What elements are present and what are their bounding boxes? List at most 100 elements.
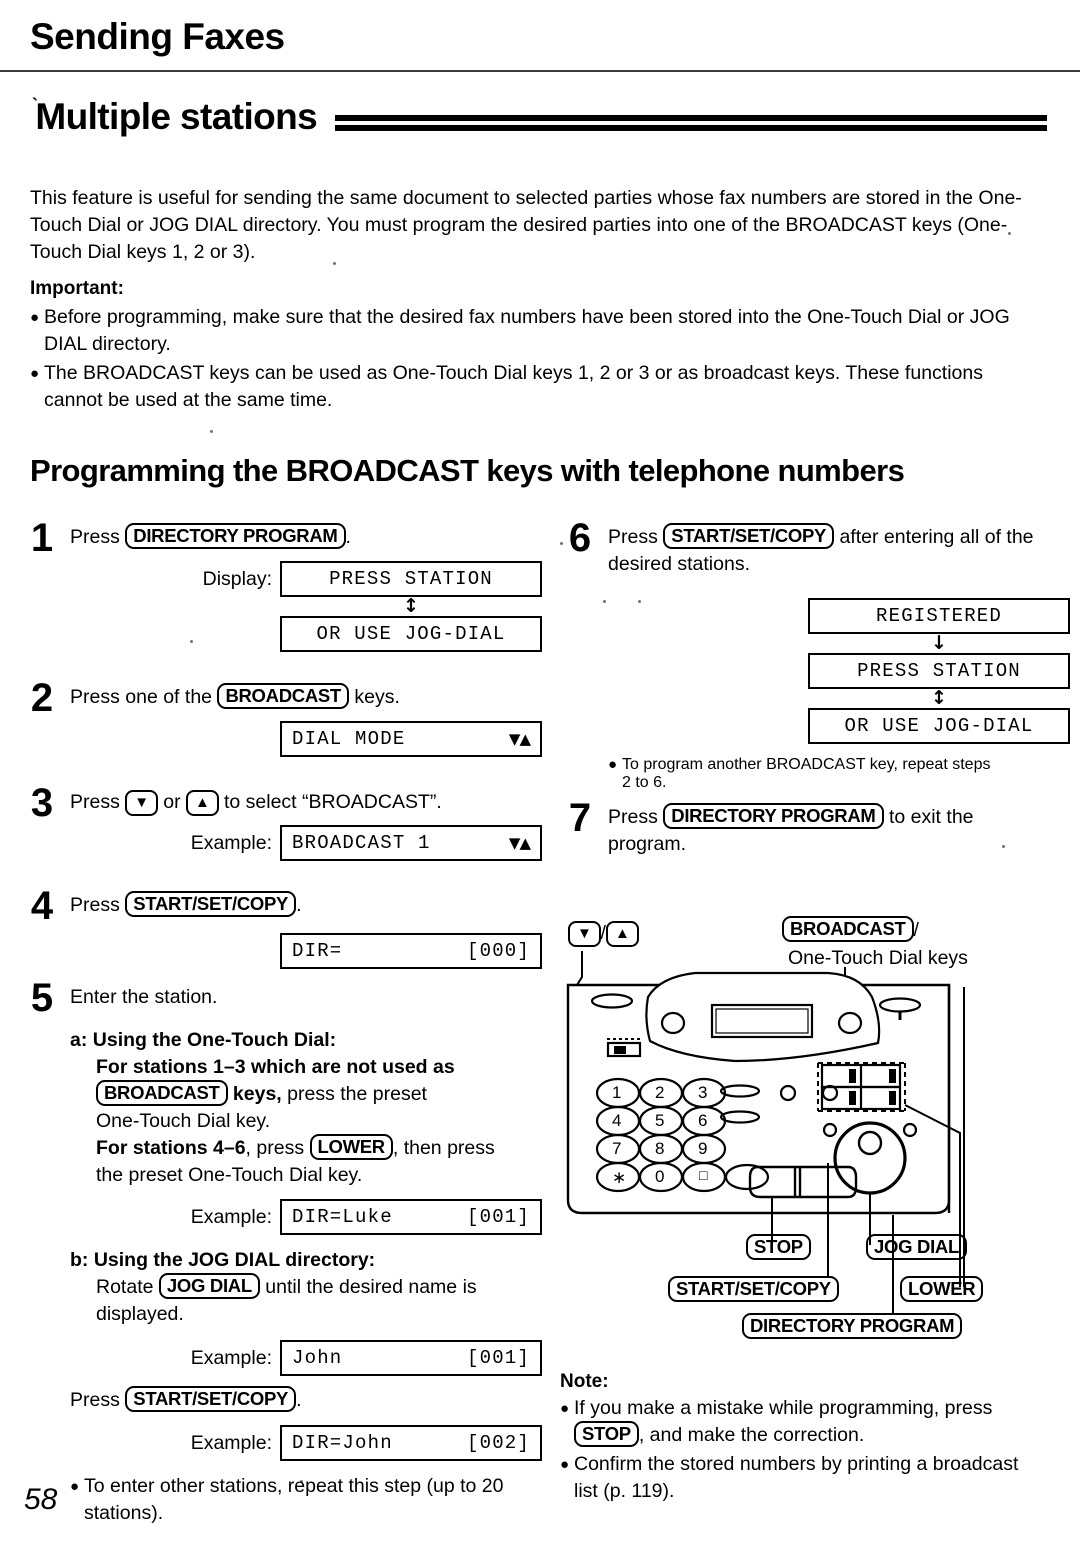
key-start-set-copy[interactable]: START/SET/COPY (125, 891, 297, 917)
list-item: ● Before programming, make sure that the… (30, 304, 1010, 358)
lcd-text: DIR= (292, 940, 343, 962)
key-broadcast[interactable]: BROADCAST (217, 683, 349, 709)
lcd-display: OR USE JOG-DIAL (280, 616, 542, 652)
press-word: Press (70, 894, 120, 916)
substep-a-label: a: (70, 1029, 88, 1051)
keypad-key-5[interactable]: 5 (655, 1111, 664, 1131)
step-7: 7 Press DIRECTORY PROGRAM to exit the pr… (560, 798, 1070, 858)
key-start-set-copy[interactable]: START/SET/COPY (663, 523, 835, 549)
key-jog-dial[interactable]: JOG DIAL (158, 1273, 260, 1299)
list-item-text: The BROADCAST keys can be used as One-To… (44, 362, 983, 411)
key-stop[interactable]: STOP (574, 1421, 639, 1447)
left-column: 1 Press DIRECTORY PROGRAM. Display: PRES… (22, 518, 542, 1529)
display-row: Display: PRESS STATION (22, 561, 542, 597)
key-broadcast[interactable]: BROADCAST (96, 1080, 228, 1106)
key-directory-program[interactable]: DIRECTORY PROGRAM (125, 523, 346, 549)
scan-speck (1002, 845, 1005, 848)
list-item: ● The BROADCAST keys can be used as One-… (30, 360, 1010, 414)
keypad-key-asterisk[interactable]: ∗ (612, 1168, 626, 1188)
step-text: Press one of the BROADCAST keys. (70, 683, 542, 711)
list-item: ● To program another BROADCAST key, repe… (608, 756, 992, 792)
keypad-key-1[interactable]: 1 (612, 1083, 621, 1103)
step-text-after: to select “BROADCAST”. (223, 791, 442, 813)
lcd-index: [001] (466, 1205, 530, 1228)
bullet-dot-icon: ● (608, 756, 618, 773)
scan-speck (210, 430, 213, 433)
keypad-key-9[interactable]: 9 (698, 1139, 707, 1159)
key-lower[interactable]: LOWER (309, 1134, 393, 1160)
key-start-set-copy[interactable]: START/SET/COPY (125, 1386, 297, 1412)
list-item-text: Before programming, make sure that the d… (44, 306, 1010, 355)
display-row: Example: DIR=John [002] (70, 1425, 542, 1461)
list-item-text: To program another BROADCAST key, repeat… (622, 756, 991, 791)
keypad-key-square[interactable]: □ (699, 1167, 707, 1183)
step-text-before: Press (608, 526, 658, 548)
lcd-display: DIR= [000] (280, 933, 542, 969)
lcd-arrows-icon: ▼▲ (508, 834, 531, 852)
lcd-transition: ↕ (560, 689, 1070, 708)
example-label: Example: (190, 1431, 272, 1454)
substep-a-line1: For stations 1–3 which are not used as (96, 1056, 455, 1078)
step-text: Press DIRECTORY PROGRAM. (70, 523, 542, 551)
lcd-display: DIR=John [002] (280, 1425, 542, 1461)
note-text-post: , and make the correction. (638, 1424, 865, 1446)
section-title-text: Multiple stations (35, 96, 318, 137)
scan-speck (560, 542, 563, 545)
lcd-display: REGISTERED (808, 598, 1070, 634)
step-text: Press ▼ or ▲ to select “BROADCAST”. (70, 789, 542, 817)
step-number: 3 (30, 781, 54, 825)
lcd-display: PRESS STATION (280, 561, 542, 597)
chapter-title: Sending Faxes (30, 16, 285, 57)
substep-a-line4-bold: For stations 4–6 (96, 1137, 246, 1159)
procedure-heading: Programming the BROADCAST keys with tele… (30, 453, 905, 488)
header-divider (0, 70, 1080, 72)
scan-speck (190, 640, 193, 643)
step-text-mid: or (163, 791, 181, 813)
lcd-display: John [001] (280, 1340, 542, 1376)
key-up-arrow[interactable]: ▲ (186, 790, 219, 816)
substep-b-heading: b: Using the JOG DIAL directory: (70, 1247, 542, 1274)
manual-page: Sending Faxes `Multiple stations This fe… (0, 0, 1080, 1559)
right-column: 6 Press START/SET/COPY after entering al… (560, 518, 1070, 858)
updown-arrow-icon: ↕ (403, 595, 419, 617)
keypad-key-2[interactable]: 2 (655, 1083, 664, 1103)
scan-speck (300, 1480, 303, 1483)
lcd-display: DIAL MODE ▼▲ (280, 721, 542, 757)
press-word: Press (70, 526, 120, 548)
list-item: ● Confirm the stored numbers by printing… (560, 1451, 1040, 1505)
substep-a-line2-bold: keys, (232, 1083, 282, 1105)
keypad-key-6[interactable]: 6 (698, 1111, 707, 1131)
keypad-key-7[interactable]: 7 (612, 1139, 621, 1159)
step-4: 4 Press START/SET/COPY. DIR= [000] (22, 886, 542, 984)
lcd-text: DIAL MODE (292, 728, 406, 750)
step-3: 3 Press ▼ or ▲ to select “BROADCAST”. Ex… (22, 783, 542, 892)
list-item-text: To enter other stations, repeat this ste… (84, 1475, 504, 1524)
key-directory-program[interactable]: DIRECTORY PROGRAM (663, 803, 884, 829)
important-bullet-list: ● Before programming, make sure that the… (30, 304, 1010, 416)
substep-a-line4-mid: , press (245, 1137, 305, 1159)
step-number: 1 (30, 516, 54, 560)
keypad-key-4[interactable]: 4 (612, 1111, 621, 1131)
lcd-transition: ↓ (560, 634, 1070, 653)
keypad-key-3[interactable]: 3 (698, 1083, 707, 1103)
scan-speck (1008, 232, 1011, 235)
bullet-dot-icon: ● (30, 365, 40, 382)
important-label: Important: (30, 278, 124, 299)
lcd-text: DIR=John (292, 1431, 393, 1454)
key-down-arrow[interactable]: ▼ (125, 790, 158, 816)
lcd-text: REGISTERED (875, 605, 1003, 627)
lcd-index: [000] (466, 940, 530, 962)
fax-machine-diagram: ▼ / ▲ BROADCAST / One-Touch Dial keys ST… (560, 915, 1070, 1339)
keypad-key-0[interactable]: 0 (655, 1167, 664, 1187)
substep-a-line4-rest: , then press (392, 1137, 495, 1159)
step-number: 5 (30, 976, 54, 1020)
intro-paragraph: This feature is useful for sending the s… (30, 187, 1022, 263)
rotate-word: Rotate (96, 1276, 154, 1298)
display-row: DIAL MODE ▼▲ (22, 721, 542, 757)
step-1: 1 Press DIRECTORY PROGRAM. Display: PRES… (22, 518, 542, 674)
lcd-text: OR USE JOG-DIAL (316, 623, 506, 645)
list-item: ● If you make a mistake while programmin… (560, 1395, 1040, 1449)
bullet-dot-icon: ● (560, 1456, 570, 1473)
keypad-key-8[interactable]: 8 (655, 1139, 664, 1159)
note-bullet-list: ● If you make a mistake while programmin… (560, 1395, 1040, 1505)
